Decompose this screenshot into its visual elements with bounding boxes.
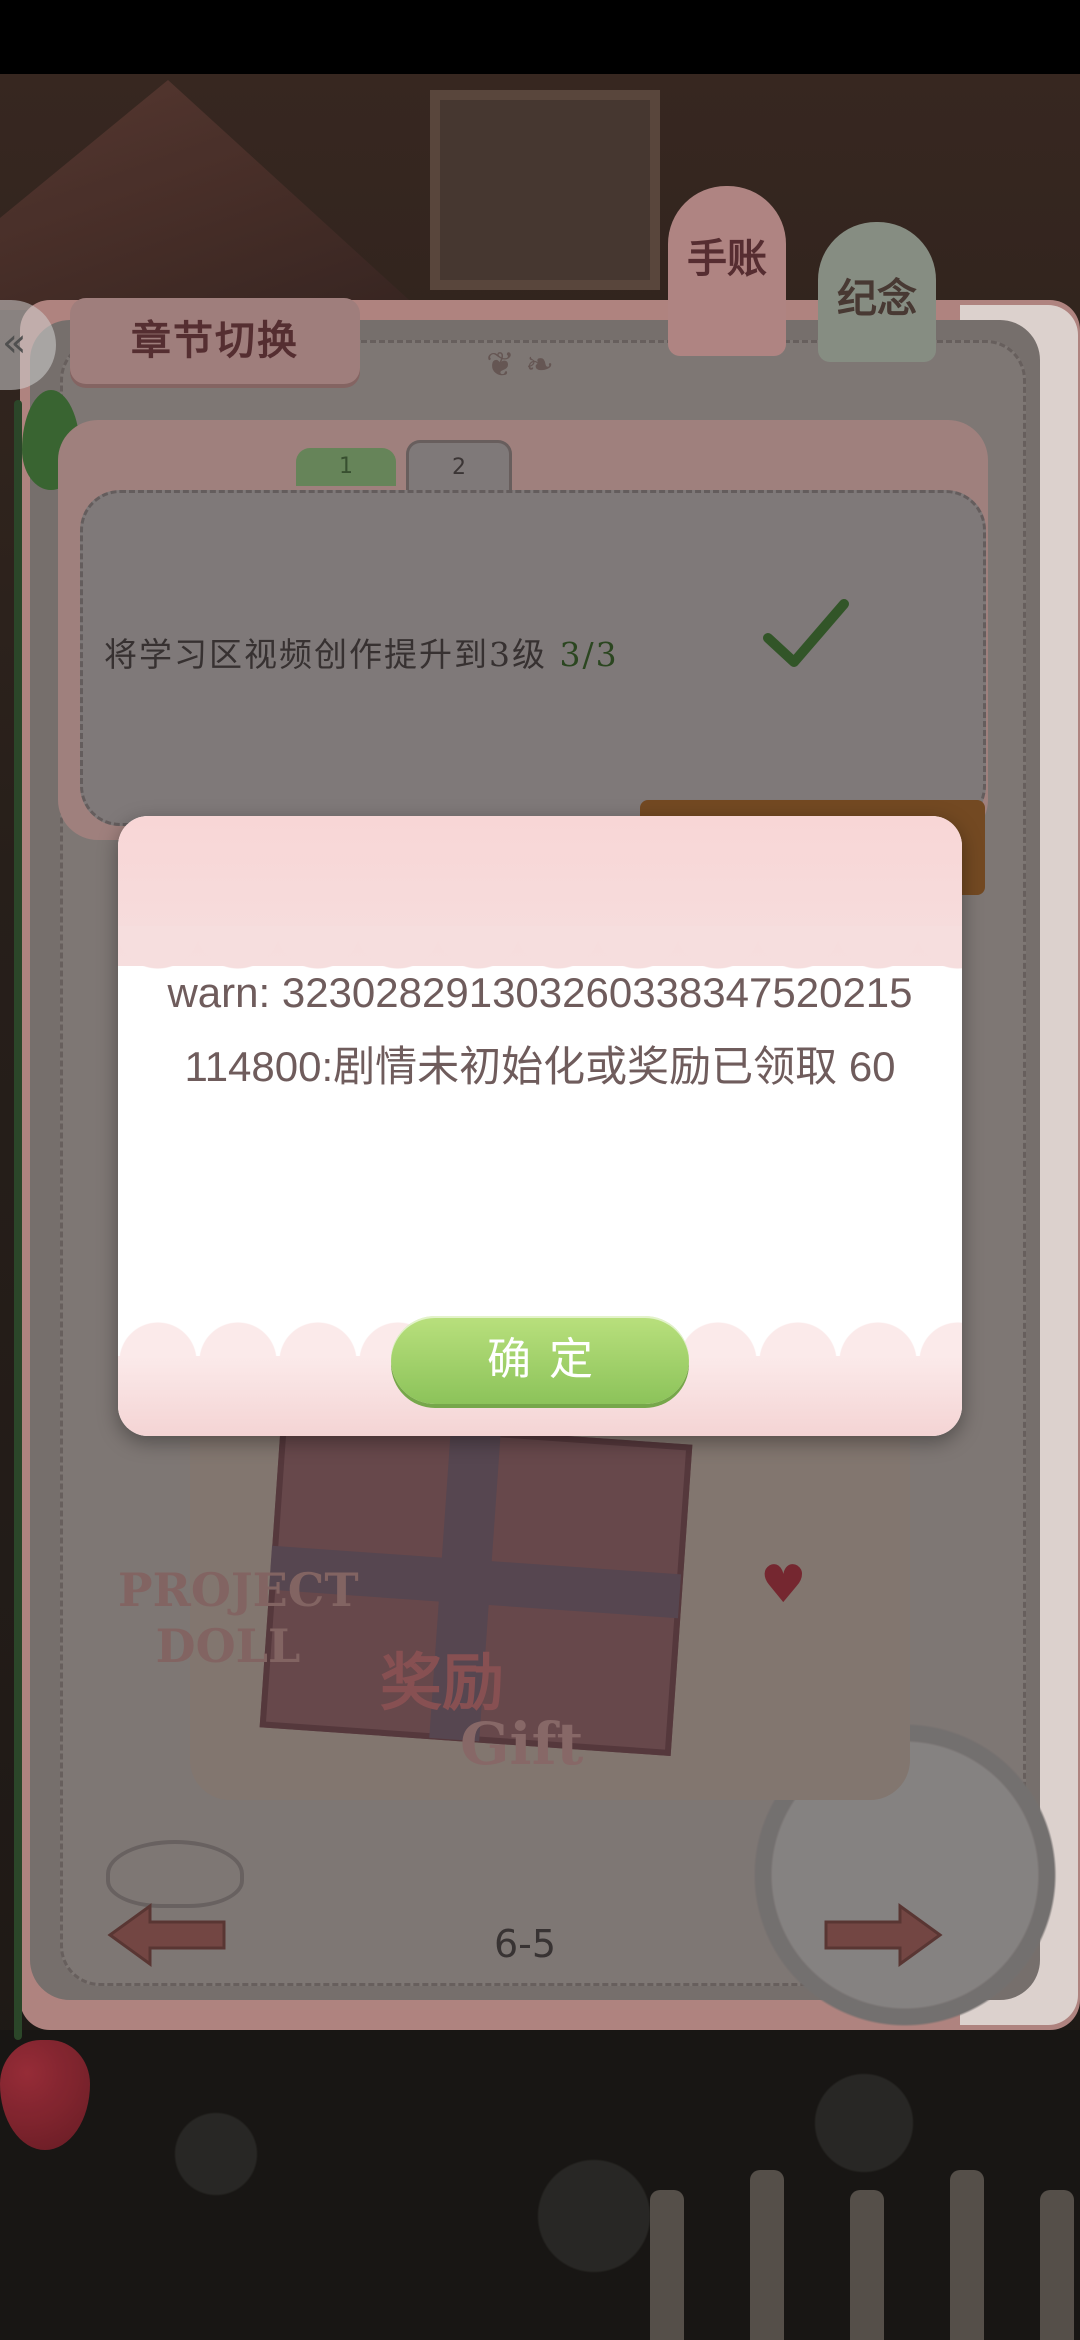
confirm-button-label: 确定	[487, 1334, 611, 1385]
status-bar	[0, 0, 1080, 74]
warning-dialog: warn: 323028291303260338347520215114800:…	[118, 816, 962, 1436]
dialog-message: warn: 323028291303260338347520215114800:…	[167, 969, 913, 1090]
